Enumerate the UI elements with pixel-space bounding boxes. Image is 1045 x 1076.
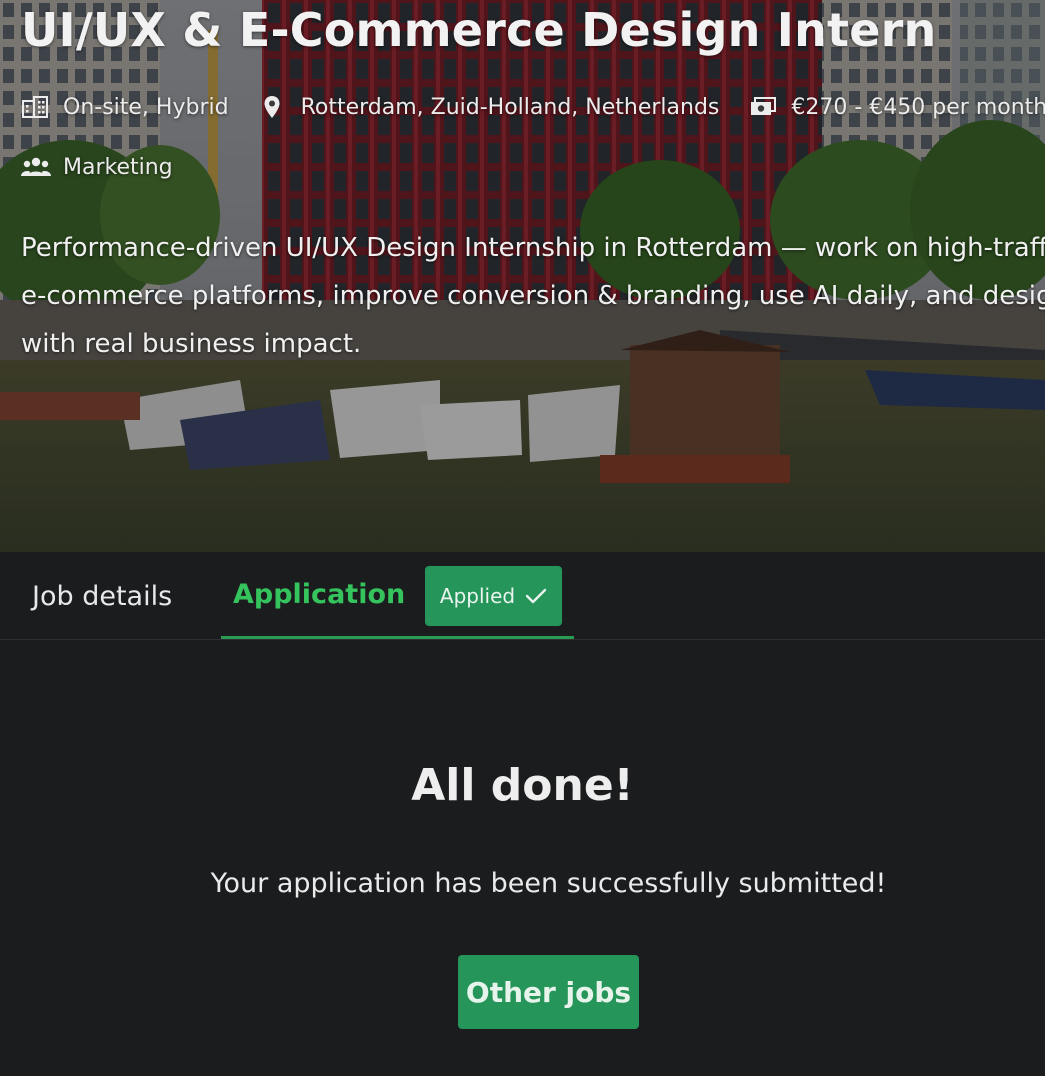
map-pin-icon [263,94,281,120]
tab-application-label: Application [233,578,406,610]
workplace-text: On-site, Hybrid [63,94,229,120]
other-jobs-button[interactable]: Other jobs [458,955,639,1029]
job-tabs: Job details Application Applied [0,552,1045,640]
department-text: Marketing [63,154,173,180]
job-meta-row-2: Marketing [21,154,173,180]
job-hero-banner: UI/UX & E-Commerce Design Intern On-site… [0,0,1045,552]
location-text: Rotterdam, Zuid-Holland, Netherlands [300,94,720,120]
confirmation-title: All done! [411,760,634,811]
workplace-type: On-site, Hybrid [21,94,229,120]
people-icon [21,154,51,180]
job-location: Rotterdam, Zuid-Holland, Netherlands [263,94,720,120]
application-panel: All done! Your application has been succ… [0,640,1045,1076]
salary-text: €270 - €450 per month [791,94,1045,120]
applied-badge: Applied [425,566,562,626]
job-department: Marketing [21,154,173,180]
applied-badge-label: Applied [439,584,516,608]
tab-job-details[interactable]: Job details [32,552,172,640]
checkmark-icon [525,587,547,605]
job-summary: Performance-driven UI/UX Design Internsh… [21,233,1045,359]
money-bill-icon [749,94,777,120]
job-meta-row: On-site, Hybrid Rotterdam, Zuid-Holland,… [21,94,1045,120]
job-title: UI/UX & E-Commerce Design Intern [21,3,937,57]
office-building-icon [21,94,51,120]
confirmation-message: Your application has been successfully s… [210,868,887,899]
job-salary: €270 - €450 per month [749,94,1045,120]
